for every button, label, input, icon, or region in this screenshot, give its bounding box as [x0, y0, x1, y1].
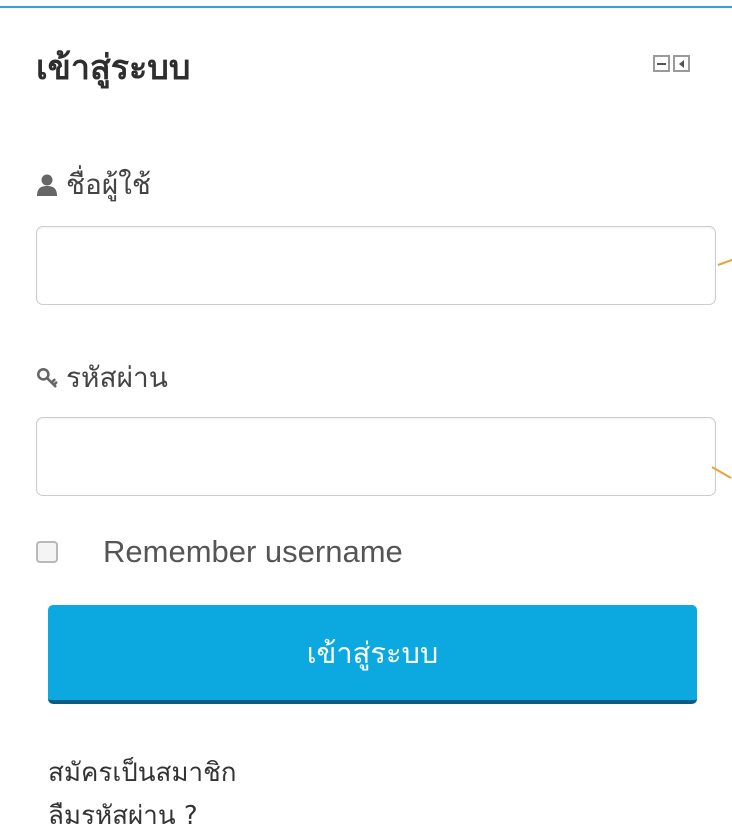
- minimize-icon[interactable]: [653, 55, 670, 72]
- register-link[interactable]: สมัครเป็นสมาชิก: [48, 752, 237, 793]
- username-label-text: ชื่อผู้ใช้: [66, 168, 151, 201]
- username-input[interactable]: [36, 226, 716, 305]
- collapse-left-icon[interactable]: [673, 55, 690, 72]
- password-input[interactable]: [36, 417, 716, 496]
- remember-username-checkbox[interactable]: [36, 541, 58, 563]
- username-label: ชื่อผู้ใช้: [36, 163, 151, 207]
- key-icon: [37, 368, 58, 388]
- forgot-password-link[interactable]: ลืมรหัสผ่าน ?: [48, 795, 198, 836]
- password-label-text: รหัสผ่าน: [66, 361, 168, 394]
- block-title: เข้าสู่ระบบ: [36, 48, 191, 88]
- block-top-rule: [0, 6, 732, 8]
- user-icon: [37, 174, 57, 196]
- annotation-line: [717, 258, 732, 266]
- remember-username-label[interactable]: Remember username: [103, 534, 403, 570]
- block-controls: [653, 55, 690, 72]
- login-button[interactable]: เข้าสู่ระบบ: [48, 605, 697, 704]
- remember-username-row: Remember username: [36, 530, 403, 574]
- password-label: รหัสผ่าน: [36, 356, 168, 400]
